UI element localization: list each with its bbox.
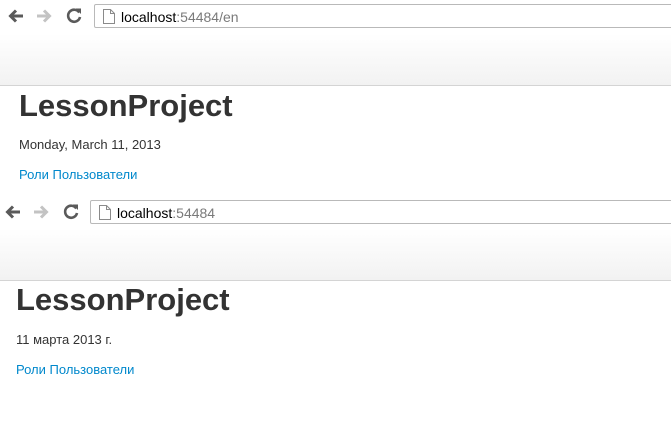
nav-links: Роли Пользователи [16,362,134,378]
link-users[interactable]: Пользователи [53,167,138,182]
forward-arrow-icon[interactable] [34,6,54,26]
back-arrow-icon[interactable] [3,202,23,222]
current-date: 11 марта 2013 г. [16,332,113,347]
url-port-path: :54484/en [176,9,239,25]
url-host: localhost [121,9,177,25]
url-port-path: :54484 [172,205,216,221]
reload-icon[interactable] [64,6,84,26]
page-title: LessonProject [16,282,230,317]
address-bar[interactable]: localhost:54484/en [94,4,671,28]
link-roles[interactable]: Роли [16,362,46,377]
browser-window-ru: localhost:54484 LessonProject 11 марта 2… [0,196,671,433]
url-host: localhost [117,205,173,221]
reload-icon[interactable] [61,202,81,222]
browser-toolbar: localhost:54484/en [0,0,671,33]
back-arrow-icon[interactable] [6,6,26,26]
url-text: localhost:54484 [117,205,215,221]
nav-links: Роли Пользователи [19,167,137,183]
navbar [0,34,671,86]
current-date: Monday, March 11, 2013 [19,137,161,152]
navbar [0,229,671,281]
page-title: LessonProject [19,88,233,123]
browser-window-en: localhost:54484/en LessonProject Monday,… [0,0,671,196]
address-bar[interactable]: localhost:54484 [90,200,671,224]
forward-arrow-icon[interactable] [31,202,51,222]
link-users[interactable]: Пользователи [50,362,135,377]
url-text: localhost:54484/en [121,9,239,25]
link-roles[interactable]: Роли [19,167,49,182]
page-icon [99,205,111,220]
page-icon [103,9,115,24]
browser-toolbar: localhost:54484 [0,196,671,229]
